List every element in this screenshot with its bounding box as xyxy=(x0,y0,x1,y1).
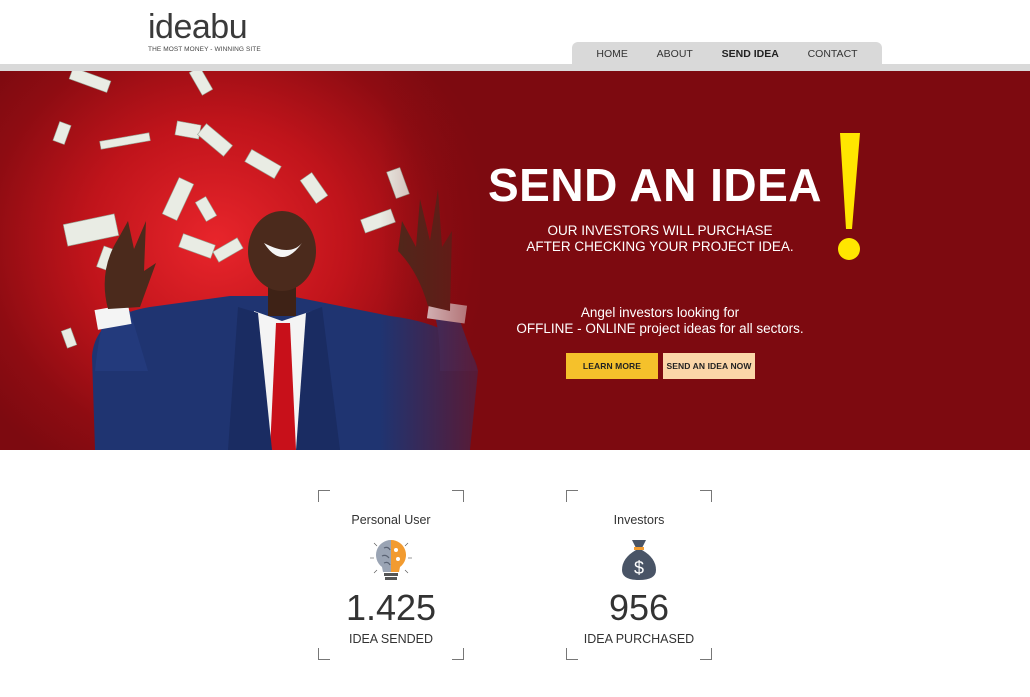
main-nav: HOME ABOUT SEND IDEA CONTACT xyxy=(572,42,882,66)
banknote-12 xyxy=(188,71,214,96)
stat-label: Investors xyxy=(613,513,665,527)
send-idea-now-button[interactable]: SEND AN IDEA NOW xyxy=(663,353,755,379)
logo[interactable]: ideabu THE MOST MONEY - WINNING SITE xyxy=(148,10,261,53)
header-divider xyxy=(0,64,1030,71)
learn-more-button[interactable]: LEARN MORE xyxy=(566,353,658,379)
nav-item-contact[interactable]: CONTACT xyxy=(808,48,858,60)
stat-card-investors: Investors $ 956 IDEA PURCHASED xyxy=(566,490,712,660)
site-header: ideabu THE MOST MONEY - WINNING SITE HOM… xyxy=(0,0,1030,66)
logo-tagline: THE MOST MONEY - WINNING SITE xyxy=(148,46,261,53)
hero-subtitle-line-2: AFTER CHECKING YOUR PROJECT IDEA. xyxy=(526,239,794,254)
svg-text:$: $ xyxy=(634,558,644,578)
banknote-11 xyxy=(68,71,112,93)
page: ideabu THE MOST MONEY - WINNING SITE HOM… xyxy=(0,0,1030,697)
hero-subtitle-line-1: OUR INVESTORS WILL PURCHASE xyxy=(547,223,773,238)
hero-description: Angel investors looking for OFFLINE - ON… xyxy=(480,305,840,337)
logo-wordmark: ideabu xyxy=(148,8,248,46)
banknote-13 xyxy=(99,132,151,150)
banknote-4 xyxy=(197,123,233,157)
exclamation-mark-icon xyxy=(838,133,860,260)
nav-item-home[interactable]: HOME xyxy=(596,48,628,60)
banknote-9 xyxy=(178,233,216,259)
stat-label: Personal User xyxy=(351,513,431,527)
stat-caption: IDEA PURCHASED xyxy=(583,632,695,646)
money-bag-icon: $ xyxy=(622,540,656,580)
banknote-5 xyxy=(244,149,282,179)
lightbulb-brain-icon xyxy=(370,540,412,580)
stat-caption: IDEA SENDED xyxy=(348,632,434,646)
hero-photo-fade xyxy=(380,71,540,450)
nav-item-send-idea[interactable]: SEND IDEA xyxy=(722,48,779,60)
banknote-2 xyxy=(161,177,195,221)
nav-item-about[interactable]: ABOUT xyxy=(657,48,693,60)
hero-description-line-1: Angel investors looking for xyxy=(580,305,740,320)
hero-title: SEND AN IDEA xyxy=(488,159,822,211)
stat-card-personal-user: Personal User 1.425 IDEA SENDED xyxy=(318,490,464,660)
banknote-17 xyxy=(194,196,218,222)
stat-value: 956 xyxy=(608,587,670,628)
banknote-6 xyxy=(299,172,329,204)
banknote-14 xyxy=(52,121,72,145)
banknote-3 xyxy=(174,120,202,140)
hero-description-line-2: OFFLINE - ONLINE project ideas for all s… xyxy=(516,321,804,336)
hero-subtitle: OUR INVESTORS WILL PURCHASE AFTER CHECKI… xyxy=(500,223,820,255)
banknote-16 xyxy=(60,327,78,349)
stat-value: 1.425 xyxy=(345,587,437,628)
banknote-1 xyxy=(62,213,120,247)
banknote-10 xyxy=(212,237,244,263)
hero-banner: SEND AN IDEA OUR INVESTORS WILL PURCHASE… xyxy=(0,71,1030,450)
